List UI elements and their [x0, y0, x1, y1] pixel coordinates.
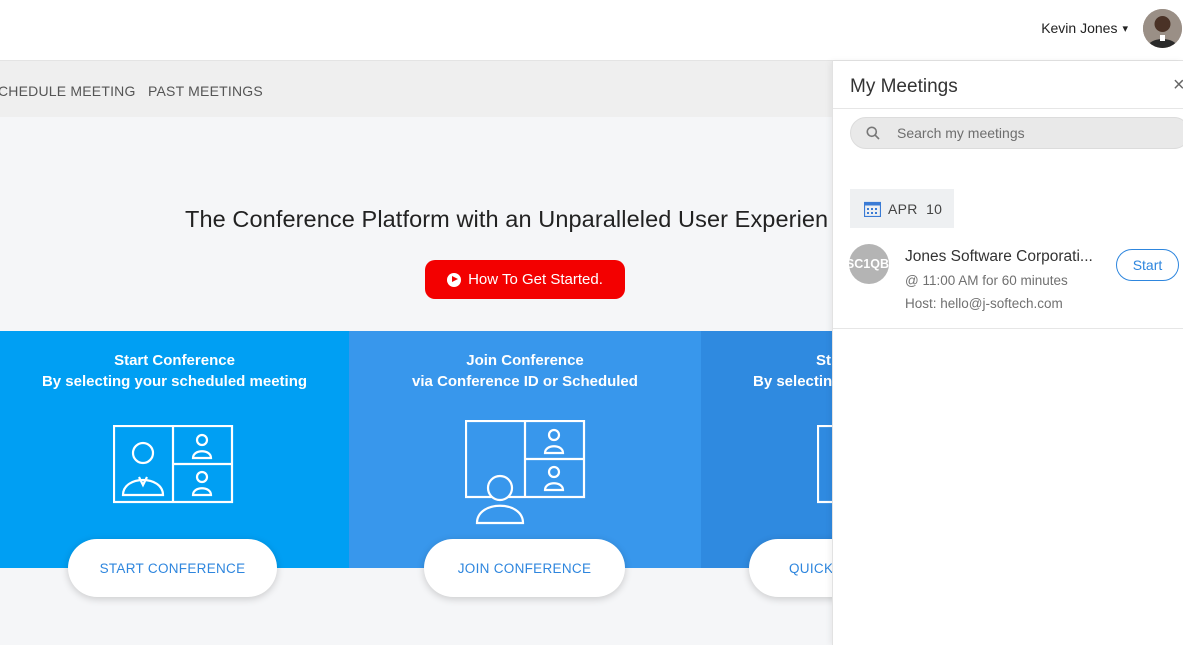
- search-input[interactable]: [897, 118, 1177, 148]
- how-to-get-started-button[interactable]: How To Get Started.: [425, 260, 625, 299]
- card-title: Join Conference via Conference ID or Sch…: [349, 350, 701, 392]
- meeting-time: @ 11:00 AM for 60 minutes: [905, 273, 1068, 288]
- join-conference-button[interactable]: JOIN CONFERENCE: [424, 539, 625, 597]
- start-meeting-button[interactable]: Start: [1116, 249, 1179, 281]
- close-icon[interactable]: ×: [1173, 74, 1183, 97]
- nav-past-meetings[interactable]: PAST MEETINGS: [148, 83, 263, 99]
- chevron-down-icon[interactable]: ▾: [1122, 22, 1128, 35]
- meeting-host: Host: hello@j-softech.com: [905, 296, 1063, 311]
- video-grid-attendee-icon: [465, 420, 586, 525]
- calendar-icon: [864, 201, 881, 217]
- card-title-line2: By selecting: [753, 373, 842, 390]
- card-title-line1: St: [816, 352, 831, 369]
- user-name[interactable]: Kevin Jones: [1041, 20, 1117, 36]
- user-menu[interactable]: Kevin Jones ▾: [1041, 20, 1128, 36]
- user-avatar-icon: [1143, 9, 1182, 48]
- card-title-line1: Start Conference: [114, 352, 235, 369]
- search-icon: [866, 126, 880, 140]
- how-to-get-started-label: How To Get Started.: [468, 271, 603, 288]
- date-chip: APR 10: [850, 189, 954, 228]
- my-meetings-panel: My Meetings × APR 10 JSC1QB Jones Softwa…: [832, 61, 1183, 645]
- panel-title: My Meetings: [850, 76, 958, 97]
- avatar[interactable]: [1143, 9, 1182, 48]
- card-title: St: [816, 350, 831, 371]
- play-icon: [447, 272, 462, 287]
- top-bar: Kevin Jones ▾: [0, 0, 1183, 61]
- page-title: The Conference Platform with an Unparall…: [185, 206, 829, 232]
- meeting-avatar: JSC1QB: [849, 244, 889, 284]
- join-conference-card: Join Conference via Conference ID or Sch…: [349, 331, 701, 568]
- panel-header: My Meetings ×: [833, 61, 1183, 109]
- card-title-line1: Join Conference: [466, 352, 584, 369]
- meeting-title[interactable]: Jones Software Corporati...: [905, 248, 1093, 266]
- nav-schedule-meeting[interactable]: CHEDULE MEETING: [0, 83, 136, 99]
- start-conference-card: Start Conference By selecting your sched…: [0, 331, 349, 568]
- card-title-line2-wrap: By selecting: [753, 371, 841, 392]
- start-conference-button[interactable]: START CONFERENCE: [68, 539, 277, 597]
- meeting-list-item[interactable]: JSC1QB Jones Software Corporati... @ 11:…: [833, 241, 1183, 329]
- date-chip-label: APR 10: [888, 200, 943, 217]
- card-title: Start Conference By selecting your sched…: [0, 350, 349, 392]
- search-field[interactable]: [850, 117, 1183, 149]
- video-grid-presenter-icon: [113, 425, 234, 504]
- meeting-avatar-initials: JSC1QB: [849, 257, 889, 271]
- card-title-line2: via Conference ID or Scheduled: [412, 373, 638, 390]
- card-title-line2: By selecting your scheduled meeting: [41, 373, 308, 390]
